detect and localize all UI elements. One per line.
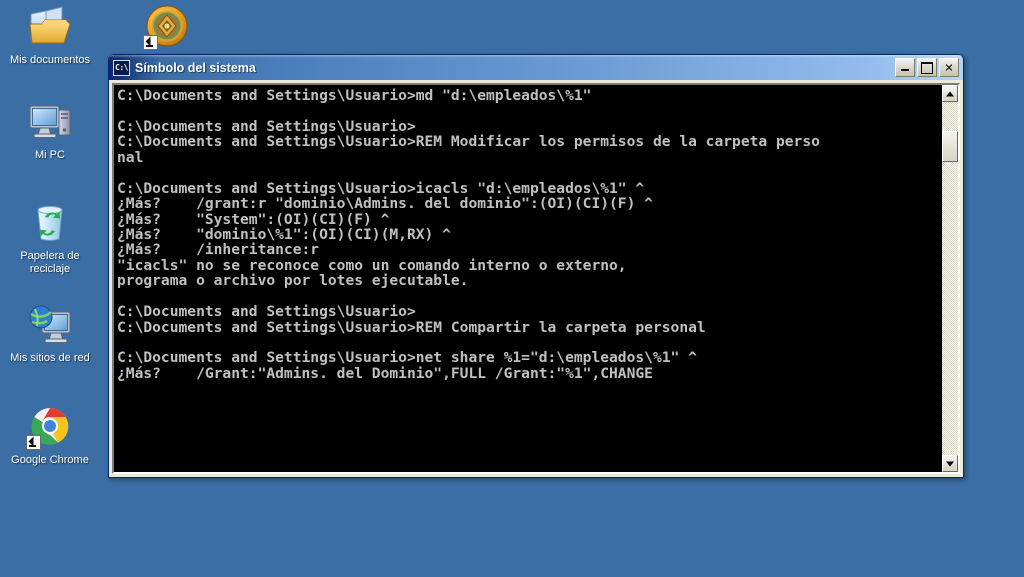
window-client-area: C:\Documents and Settings\Usuario>md "d:…: [109, 80, 963, 477]
chrome-icon: [26, 402, 74, 450]
cmd-console-icon: C:\: [113, 59, 130, 76]
console-line: ¿Más? "dominio\%1":(OI)(CI)(M,RX) ^: [117, 225, 451, 243]
desktop-icon-gold-app-shortcut[interactable]: [122, 2, 212, 54]
minimize-button[interactable]: [895, 58, 915, 77]
console-line: C:\Documents and Settings\Usuario>REM Co…: [117, 318, 706, 336]
console-line: ¿Más? /Grant:"Admins. del Dominio",FULL …: [117, 364, 653, 382]
console-line: C:\Documents and Settings\Usuario>: [117, 303, 416, 321]
close-button[interactable]: ✕: [939, 58, 959, 77]
console-line: programa o archivo por lotes ejecutable.: [117, 272, 469, 290]
scroll-down-button[interactable]: [942, 455, 958, 472]
window-titlebar[interactable]: C:\ Símbolo del sistema ✕: [109, 55, 963, 80]
desktop-icon-label: Mis documentos: [9, 54, 91, 66]
window-title: Símbolo del sistema: [135, 60, 256, 75]
computer-icon: [26, 97, 74, 145]
shortcut-overlay-icon: [26, 435, 41, 450]
console-line: C:\Documents and Settings\Usuario>net sh…: [117, 349, 697, 367]
maximize-button[interactable]: [917, 58, 937, 77]
desktop-icon-my-documents[interactable]: Mis documentos: [5, 2, 95, 67]
desktop-icon-google-chrome[interactable]: Google Chrome: [5, 402, 95, 467]
scroll-up-button[interactable]: [942, 85, 958, 102]
vertical-scrollbar[interactable]: [941, 85, 958, 472]
console-line: ¿Más? /inheritance:r: [117, 241, 320, 259]
console-line: C:\Documents and Settings\Usuario>: [117, 117, 416, 135]
console-line: nal: [117, 148, 144, 166]
caption-buttons: ✕: [895, 58, 960, 77]
desktop-icon-label: Mi PC: [35, 149, 65, 161]
shortcut-overlay-icon: [143, 35, 158, 50]
scrollbar-track[interactable]: [942, 102, 958, 455]
scrollbar-thumb[interactable]: [942, 131, 958, 162]
network-places-icon: [26, 300, 74, 348]
console-output[interactable]: C:\Documents and Settings\Usuario>md "d:…: [114, 85, 941, 472]
recycle-bin-icon: [26, 198, 74, 246]
console-line: C:\Documents and Settings\Usuario>REM Mo…: [117, 133, 820, 151]
desktop-icon-my-network-places[interactable]: Mis sitios de red: [5, 300, 95, 365]
desktop-icon-label: Papelera de reciclaje: [20, 250, 80, 275]
folder-documents-icon: [26, 2, 74, 50]
desktop-icon-recycle-bin[interactable]: Papelera de reciclaje: [5, 198, 95, 276]
console-line: ¿Más? "System":(OI)(CI)(F) ^: [117, 210, 390, 228]
desktop-icon-label: Mis sitios de red: [10, 352, 90, 364]
console-line: C:\Documents and Settings\Usuario>md "d:…: [117, 87, 592, 104]
desktop-icon-my-computer[interactable]: Mi PC: [5, 97, 95, 162]
console-frame: C:\Documents and Settings\Usuario>md "d:…: [112, 83, 960, 474]
desktop-icon-label: Google Chrome: [11, 454, 89, 466]
console-line: "icacls" no se reconoce como un comando …: [117, 256, 627, 274]
gold-medallion-icon: [143, 2, 191, 50]
command-prompt-window[interactable]: C:\ Símbolo del sistema ✕ C:\Documents a…: [108, 54, 964, 478]
desktop: Mis documentos Mi PC Papelera de recicla…: [0, 0, 1024, 577]
console-line: ¿Más? /grant:r "dominio\Admins. del domi…: [117, 195, 653, 213]
console-line: C:\Documents and Settings\Usuario>icacls…: [117, 179, 645, 197]
